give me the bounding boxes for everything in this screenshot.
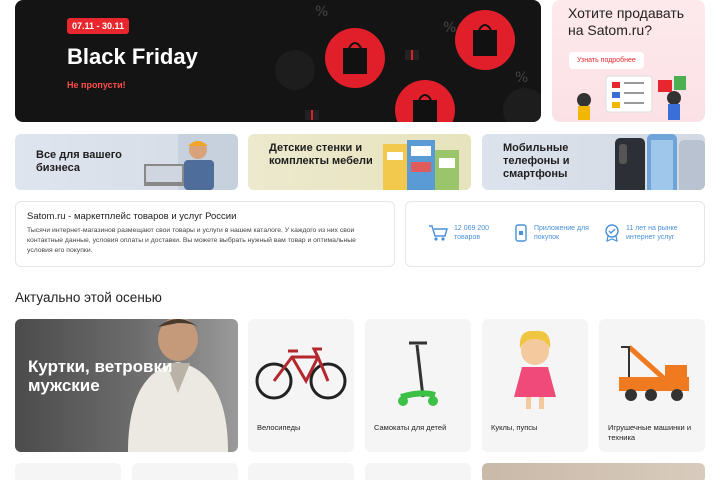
worker-image [144, 134, 238, 190]
doll-icon [514, 330, 556, 409]
product-card-scooters[interactable]: Самокаты для детей [365, 319, 471, 452]
product-card-bicycles[interactable]: Велосипеды [248, 319, 354, 452]
featured-jackets[interactable]: Куртки, ветровки мужские [15, 319, 238, 452]
category-label: Детские стенки и комплекты мебели [269, 142, 373, 167]
product-label: Куклы, пупсы [491, 423, 538, 432]
stat-products[interactable]: 12 069 200 товаров [428, 224, 514, 242]
product-card[interactable] [365, 463, 471, 480]
promo-title: Хотите продавать на Satom.ru? [568, 5, 685, 38]
product-label: Велосипеды [257, 423, 301, 432]
stat-text: Приложение для покупок [534, 225, 589, 241]
phone-icon [515, 224, 527, 242]
stat-years[interactable]: 11 лет на рынке интернет услуг [604, 224, 686, 242]
category-mobile-phones[interactable]: Мобильные телефоны и смартфоны [482, 134, 705, 190]
about-text: Тысячи интернет-магазинов размещают свои… [27, 227, 356, 254]
scooter-icon [398, 341, 438, 406]
category-business[interactable]: Все для вашего бизнеса [15, 134, 238, 190]
product-card-toy-cars[interactable]: Игрушечные машинки и техника [599, 319, 705, 452]
seller-illustration [577, 75, 686, 120]
furniture-image [383, 140, 459, 190]
featured-card[interactable] [482, 463, 705, 480]
smartphones-image [615, 134, 705, 190]
stats-panel: 12 069 200 товаров Приложение для покупо… [405, 201, 705, 267]
product-card[interactable] [248, 463, 354, 480]
seller-promo-card[interactable]: Хотите продавать на Satom.ru? Узнать под… [552, 0, 705, 122]
section-title: Актуально этой осенью [15, 290, 162, 305]
stat-text: 12 069 200 товаров [454, 225, 490, 241]
black-friday-banner[interactable]: % % % 07.11 - 30.11 Black Friday Не проп… [15, 0, 541, 122]
about-satom: Satom.ru - маркетплейс товаров и услуг Р… [15, 201, 395, 267]
category-kids-furniture[interactable]: Детские стенки и комплекты мебели [248, 134, 471, 190]
product-card-dolls[interactable]: Куклы, пупсы [482, 319, 588, 452]
about-title: Satom.ru - маркетплейс товаров и услуг Р… [27, 211, 237, 222]
toy-crane-icon [619, 345, 689, 401]
cart-icon [429, 225, 448, 241]
stat-text: 11 лет на рынке интернет услуг [626, 225, 678, 241]
product-card[interactable] [15, 463, 121, 480]
award-icon [605, 224, 619, 242]
learn-more-button[interactable]: Узнать подробнее [569, 52, 644, 69]
product-label: Самокаты для детей [374, 423, 447, 432]
featured-label: Куртки, ветровки мужские [28, 357, 173, 395]
svg-text:%: % [443, 20, 456, 36]
bicycle-icon [255, 347, 347, 400]
stat-app[interactable]: Приложение для покупок [514, 224, 594, 242]
product-card[interactable] [132, 463, 238, 480]
shopping-bags-graphic: % % % [275, 4, 541, 122]
date-badge: 07.11 - 30.11 [67, 18, 130, 34]
banner-title: Black Friday [67, 44, 198, 69]
svg-text:%: % [515, 70, 528, 86]
svg-text:%: % [315, 4, 328, 20]
banner-subtitle: Не пропусти! [67, 80, 126, 90]
product-label: Игрушечные машинки и техника [608, 423, 692, 442]
